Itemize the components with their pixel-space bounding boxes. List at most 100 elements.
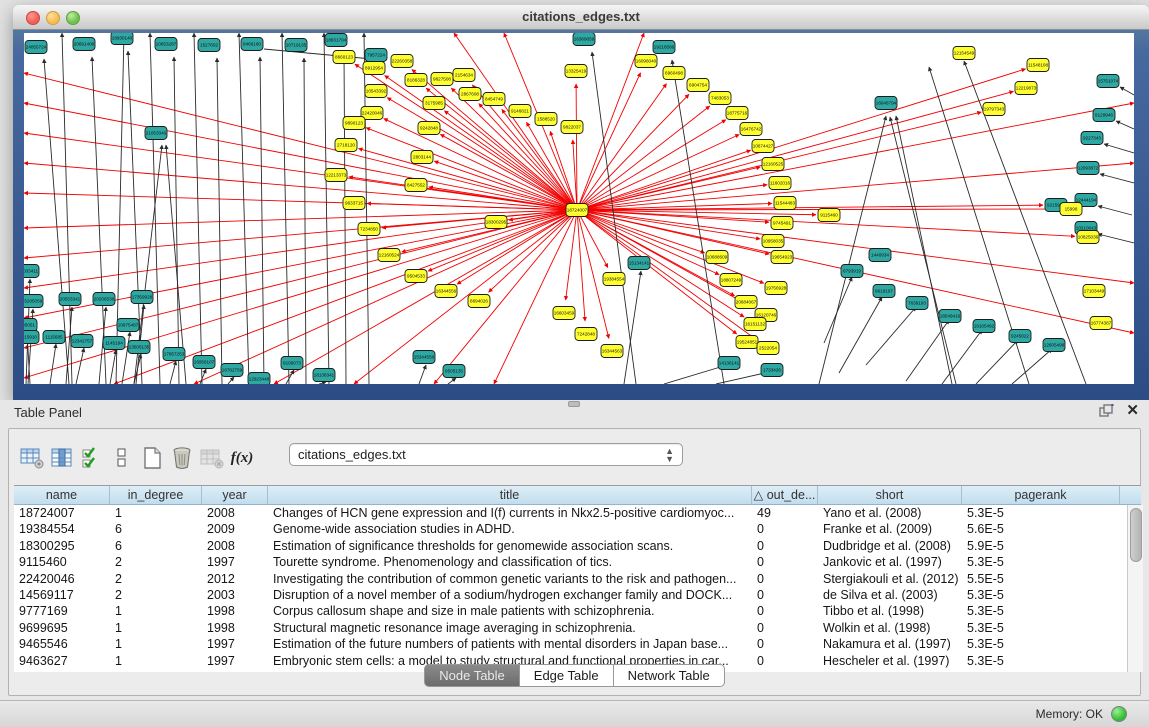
graph-node[interactable]: 8454749 <box>483 93 505 106</box>
graph-node[interactable]: 16344556 <box>435 285 457 298</box>
window-titlebar[interactable]: citations_edges.txt <box>13 5 1149 30</box>
graph-node[interactable]: 20206536 <box>93 293 115 306</box>
table-cell[interactable]: 9699695 <box>14 620 110 636</box>
table-cell[interactable]: Estimation of significance thresholds fo… <box>268 538 752 554</box>
graph-node[interactable]: 18930140 <box>111 33 133 45</box>
table-cell[interactable]: 5.3E-5 <box>962 603 1120 619</box>
graph-node[interactable]: 9227343 <box>1081 132 1103 145</box>
graph-node[interactable]: 12154549 <box>953 47 975 60</box>
table-cell[interactable]: 18300295 <box>14 538 110 554</box>
graph-node[interactable]: 12605498 <box>1043 339 1065 352</box>
column-select-icon[interactable] <box>47 445 77 471</box>
graph-node[interactable]: 3915910 <box>24 331 39 344</box>
column-header-title[interactable]: title <box>268 486 752 504</box>
table-cell[interactable]: 1 <box>110 505 202 521</box>
graph-node[interactable]: 19797343 <box>983 103 1005 116</box>
graph-node[interactable]: 7483053 <box>709 92 731 105</box>
graph-node[interactable]: 11548108 <box>1027 59 1049 72</box>
table-cell[interactable]: 0 <box>752 538 818 554</box>
table-cell[interactable]: Changes of HCN gene expression and I(f) … <box>268 505 752 521</box>
graph-node[interactable]: 19033411 <box>24 265 39 278</box>
graph-node[interactable]: 12342757 <box>71 335 93 348</box>
graph-node[interactable]: 18724007 <box>566 204 588 217</box>
table-cell[interactable]: Franke et al. (2009) <box>818 521 962 537</box>
graph-node[interactable]: 3175985 <box>423 97 445 110</box>
graph-node[interactable]: 8186328 <box>405 74 427 87</box>
table-cell[interactable]: 1997 <box>202 636 268 652</box>
graph-node[interactable]: 24055724 <box>25 41 47 54</box>
table-cell[interactable]: Investigating the contribution of common… <box>268 571 752 587</box>
graph-node[interactable]: 10653287 <box>155 38 177 51</box>
graph-node[interactable]: 8466160 <box>241 38 263 51</box>
graph-node[interactable]: 20553341 <box>59 293 81 306</box>
graph-node[interactable]: 10688609 <box>706 251 728 264</box>
table-cell[interactable]: 9777169 <box>14 603 110 619</box>
graph-node[interactable]: 2154634 <box>453 69 475 82</box>
graph-node[interactable]: 16603459 <box>553 307 575 320</box>
graph-node[interactable]: 8912954 <box>363 62 385 75</box>
graph-node[interactable]: 18549416 <box>939 310 961 323</box>
new-table-icon[interactable] <box>137 445 167 471</box>
graph-node[interactable]: 18775716 <box>726 107 748 120</box>
graph-node[interactable]: 9505135 <box>443 365 465 378</box>
graph-node[interactable]: 17359928 <box>131 291 153 304</box>
table-cell[interactable]: 2003 <box>202 587 268 603</box>
graph-node[interactable]: 2718120 <box>335 139 357 152</box>
graph-node[interactable]: 16096040 <box>635 55 657 68</box>
graph-node[interactable]: 1115685 <box>43 331 65 344</box>
graph-node[interactable]: 18138341 <box>313 369 335 382</box>
tab-node-table[interactable]: Node Table <box>424 664 520 687</box>
graph-node[interactable]: 18300295 <box>485 216 507 229</box>
graph-node[interactable]: 9196073 <box>281 357 303 370</box>
graph-node[interactable]: 1435051 <box>24 319 37 332</box>
graph-node[interactable]: 8427552 <box>405 179 427 192</box>
graph-node[interactable]: 19756928 <box>765 282 787 295</box>
close-panel-icon[interactable]: ✕ <box>1126 403 1139 419</box>
graph-node[interactable]: 9242848 <box>418 122 440 135</box>
graph-node[interactable]: 16774387 <box>1090 317 1112 330</box>
graph-node[interactable]: 15134141 <box>628 257 650 270</box>
network-graph-canvas[interactable]: 2405572420691406189301401065328715276028… <box>24 33 1134 384</box>
graph-node[interactable]: 22260358 <box>391 55 413 68</box>
graph-node[interactable]: 9822037 <box>561 121 583 134</box>
graph-node[interactable]: 2867608 <box>459 88 481 101</box>
table-cell[interactable]: 2 <box>110 554 202 570</box>
graph-node[interactable]: 16344563 <box>601 345 623 358</box>
graph-node[interactable]: 18105492 <box>973 320 995 333</box>
graph-node[interactable]: 7242848 <box>575 328 597 341</box>
graph-node[interactable]: 6960498 <box>663 67 685 80</box>
graph-node[interactable]: 19218586 <box>653 41 675 54</box>
graph-node[interactable]: 17103449 <box>1083 285 1105 298</box>
graph-node[interactable]: 12160525 <box>762 158 784 171</box>
table-cell[interactable]: 2009 <box>202 521 268 537</box>
table-cell[interactable]: 2008 <box>202 538 268 554</box>
graph-node[interactable]: 16369059 <box>573 33 595 46</box>
table-cell[interactable]: Structural magnetic resonance image aver… <box>268 620 752 636</box>
graph-node[interactable]: 9633715 <box>343 197 365 210</box>
graph-node[interactable]: 10543392 <box>365 85 387 98</box>
table-cell[interactable]: 5.3E-5 <box>962 620 1120 636</box>
table-cell[interactable]: 1998 <box>202 620 268 636</box>
table-cell[interactable]: Estimation of the future numbers of pati… <box>268 636 752 652</box>
graph-node[interactable]: 1145194 <box>103 337 125 350</box>
graph-node[interactable]: 7234850 <box>358 223 380 236</box>
table-cell[interactable]: Disruption of a novel member of a sodium… <box>268 587 752 603</box>
column-header-name[interactable]: name <box>14 486 110 504</box>
table-row[interactable]: 969969511998Structural magnetic resonanc… <box>14 620 1141 636</box>
graph-node[interactable]: 16648794 <box>875 97 897 110</box>
graph-node[interactable]: 15998 <box>1060 203 1082 216</box>
vertical-scrollbar[interactable] <box>1127 505 1143 672</box>
graph-node[interactable]: 1733426 <box>761 364 783 377</box>
table-cell[interactable]: Corpus callosum shape and size in male p… <box>268 603 752 619</box>
graph-node[interactable]: 18831704 <box>325 34 347 47</box>
graph-node[interactable]: 18807249 <box>720 274 742 287</box>
graph-node[interactable]: 1588520 <box>535 113 557 126</box>
table-cell[interactable]: Genome-wide association studies in ADHD. <box>268 521 752 537</box>
table-cell[interactable]: Stergiakouli et al. (2012) <box>818 571 962 587</box>
table-cell[interactable]: 0 <box>752 603 818 619</box>
table-cell[interactable]: 0 <box>752 636 818 652</box>
table-cell[interactable]: Jankovic et al. (1997) <box>818 554 962 570</box>
table-options-icon[interactable] <box>17 445 47 471</box>
graph-node[interactable]: 17957253 <box>163 348 185 361</box>
table-cell[interactable]: 19384554 <box>14 521 110 537</box>
